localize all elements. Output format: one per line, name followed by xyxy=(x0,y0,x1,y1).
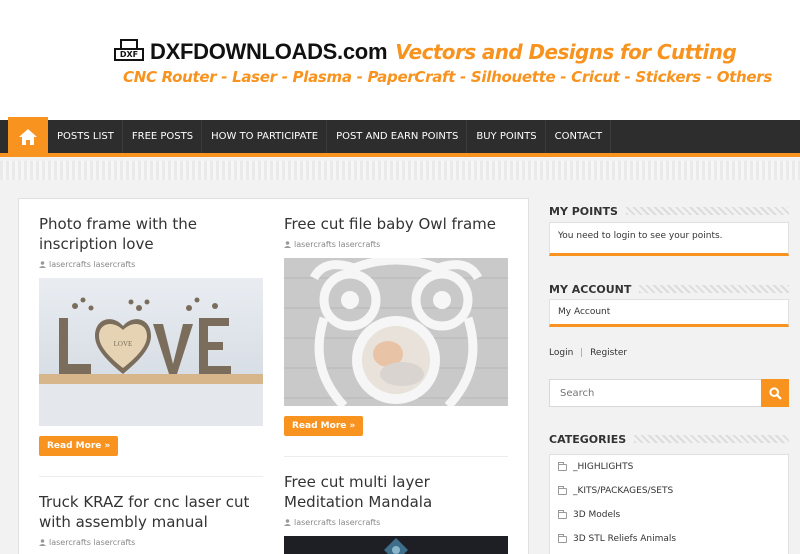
read-more-button[interactable]: Read More » xyxy=(284,416,364,436)
user-icon xyxy=(284,519,291,526)
my-account-widget: My Account xyxy=(549,299,789,327)
post-title[interactable]: Truck KRAZ for cnc laser cut with assemb… xyxy=(39,492,263,532)
post-meta: lasercrafts lasercrafts xyxy=(39,260,263,269)
site-tagline: Vectors and Designs for Cutting xyxy=(395,40,737,64)
site-logo[interactable]: DXF DXFDOWNLOADS.com Vectors and Designs… xyxy=(114,37,737,67)
dxf-badge-label: DXF xyxy=(114,48,144,61)
register-link[interactable]: Register xyxy=(590,348,627,358)
post-thumbnail[interactable] xyxy=(284,536,508,554)
category-label: 3D STL Reliefs Animals xyxy=(573,534,677,544)
post-author[interactable]: lasercrafts lasercrafts xyxy=(49,260,135,269)
folder-icon xyxy=(558,485,567,495)
login-register-links: Login | Register xyxy=(549,348,627,358)
site-subtitle: CNC Router - Laser - Plasma - PaperCraft… xyxy=(123,68,772,86)
dxf-file-icon: DXF xyxy=(114,39,146,65)
divider xyxy=(39,476,263,477)
post-card: Free cut file baby Owl frame lasercrafts… xyxy=(284,214,508,436)
category-item[interactable]: _KITS/PACKAGES/SETS xyxy=(550,479,788,503)
my-account-widget-title: MY ACCOUNT xyxy=(549,280,789,298)
category-label: _KITS/PACKAGES/SETS xyxy=(573,486,674,496)
post-card: Photo frame with the inscription love la… xyxy=(39,214,263,456)
nav-item-free-posts[interactable]: FREE POSTS xyxy=(123,120,203,153)
divider xyxy=(284,456,508,457)
category-label: _HIGHLIGHTS xyxy=(573,462,634,472)
site-header: DXF DXFDOWNLOADS.com Vectors and Designs… xyxy=(0,0,800,120)
post-author[interactable]: lasercrafts lasercrafts xyxy=(294,518,380,527)
categories-widget-title: CATEGORIES xyxy=(549,430,789,448)
search-input[interactable] xyxy=(550,380,762,406)
decorative-stripe xyxy=(0,161,800,180)
user-icon xyxy=(39,261,46,268)
nav-item-posts-list[interactable]: POSTS LIST xyxy=(48,120,123,153)
my-points-text: You need to login to see your points. xyxy=(558,231,723,241)
nav-item-post-and-earn[interactable]: POST AND EARN POINTS xyxy=(327,120,468,153)
my-points-widget: You need to login to see your points. xyxy=(549,222,789,256)
categories-list: _HIGHLIGHTS _KITS/PACKAGES/SETS 3D Model… xyxy=(549,454,789,554)
category-item[interactable]: 3D STL Reliefs Animals xyxy=(550,527,788,551)
site-name: DXFDOWNLOADS.com xyxy=(150,39,388,64)
my-account-link[interactable]: My Account xyxy=(558,307,610,317)
post-author[interactable]: lasercrafts lasercrafts xyxy=(294,240,380,249)
login-link[interactable]: Login xyxy=(549,348,573,358)
search-box xyxy=(549,379,789,407)
post-thumbnail[interactable]: LOVE xyxy=(39,278,263,426)
thumbnail-love-text: LOVE xyxy=(114,340,133,348)
post-thumbnail[interactable] xyxy=(284,258,508,406)
my-points-title: MY POINTS xyxy=(549,204,618,218)
category-item[interactable]: _HIGHLIGHTS xyxy=(550,455,788,479)
read-more-button[interactable]: Read More » xyxy=(39,436,119,456)
folder-icon xyxy=(558,533,567,543)
search-button[interactable] xyxy=(761,379,789,407)
my-account-title: MY ACCOUNT xyxy=(549,282,632,296)
link-separator: | xyxy=(580,348,584,358)
user-icon xyxy=(284,241,291,248)
post-title[interactable]: Free cut multi layer Meditation Mandala xyxy=(284,472,508,512)
nav-item-buy-points[interactable]: BUY POINTS xyxy=(467,120,546,153)
nav-home-button[interactable] xyxy=(8,117,48,157)
user-icon xyxy=(39,539,46,546)
home-icon xyxy=(19,129,37,145)
folder-icon xyxy=(558,461,567,471)
search-icon xyxy=(768,386,782,400)
post-title[interactable]: Free cut file baby Owl frame xyxy=(284,214,508,234)
main-nav: POSTS LIST FREE POSTS HOW TO PARTICIPATE… xyxy=(0,117,800,157)
my-points-widget-title: MY POINTS xyxy=(549,202,789,220)
category-item[interactable]: 3D Models xyxy=(550,503,788,527)
categories-title: CATEGORIES xyxy=(549,432,627,446)
nav-item-how-to-participate[interactable]: HOW TO PARTICIPATE xyxy=(202,120,328,153)
posts-grid: Photo frame with the inscription love la… xyxy=(18,198,529,554)
post-card: Free cut multi layer Meditation Mandala … xyxy=(284,472,508,554)
post-meta: lasercrafts lasercrafts xyxy=(284,240,508,249)
post-title[interactable]: Photo frame with the inscription love xyxy=(39,214,263,254)
post-card: Truck KRAZ for cnc laser cut with assemb… xyxy=(39,492,263,547)
nav-item-contact[interactable]: CONTACT xyxy=(546,120,612,153)
folder-icon xyxy=(558,509,567,519)
post-meta: lasercrafts lasercrafts xyxy=(284,518,508,527)
post-author[interactable]: lasercrafts lasercrafts xyxy=(49,538,135,547)
post-meta: lasercrafts lasercrafts xyxy=(39,538,263,547)
category-label: 3D Models xyxy=(573,510,621,520)
